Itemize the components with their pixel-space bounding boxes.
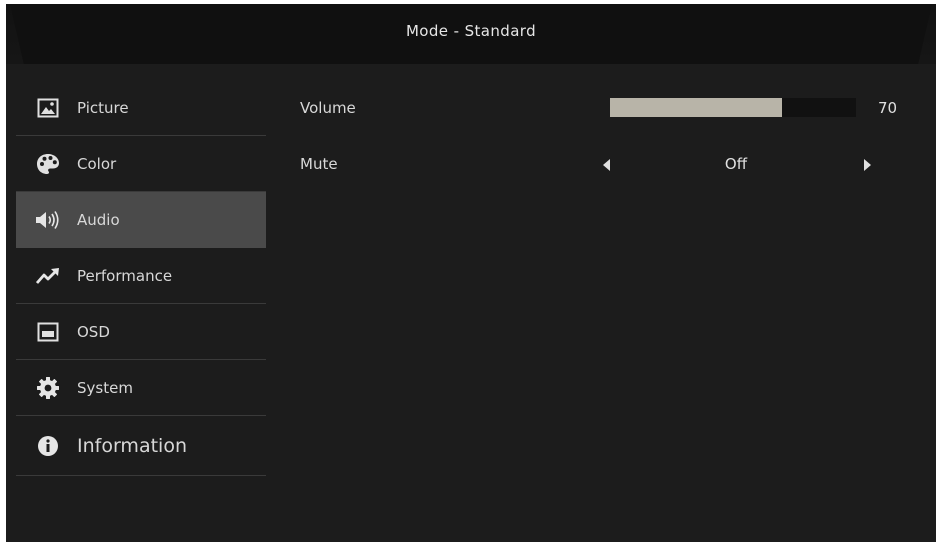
title-bar: Mode - Standard [6,4,936,64]
audio-settings-panel: Volume 70 Mute Off [300,84,920,284]
mute-value[interactable]: Off [700,155,772,173]
palette-icon [34,152,62,176]
sidebar-item-osd[interactable]: OSD [16,304,266,360]
sidebar-item-color[interactable]: Color [16,136,266,192]
sidebar-item-label: Color [77,154,117,173]
osd-menu: Mode - Standard Picture Color Audio Perf… [6,4,936,542]
volume-value: 70 [878,99,898,117]
sidebar-item-label: Information [77,434,187,457]
volume-label: Volume [300,99,356,117]
sidebar-item-label: OSD [77,322,110,341]
sidebar-item-picture[interactable]: Picture [16,80,266,136]
sidebar: Picture Color Audio Performance OSD Syst… [16,80,266,476]
sidebar-item-audio[interactable]: Audio [16,192,266,248]
trend-up-icon [34,264,62,288]
sidebar-item-label: Audio [77,210,120,229]
volume-slider[interactable] [610,98,856,117]
mode-title: Mode - Standard [405,22,537,40]
mute-prev-arrow-icon[interactable] [603,159,610,171]
speaker-icon [34,208,62,232]
picture-icon [34,96,62,120]
mute-next-arrow-icon[interactable] [864,159,871,171]
volume-slider-fill [610,98,783,117]
osd-window-icon [34,320,62,344]
sidebar-item-label: Performance [77,266,173,285]
sidebar-item-performance[interactable]: Performance [16,248,266,304]
sidebar-item-label: Picture [77,98,129,117]
gear-icon [34,376,62,400]
sidebar-item-information[interactable]: Information [16,416,266,476]
mute-label: Mute [300,155,338,173]
info-icon [34,434,62,458]
sidebar-item-system[interactable]: System [16,360,266,416]
sidebar-item-label: System [77,378,133,397]
